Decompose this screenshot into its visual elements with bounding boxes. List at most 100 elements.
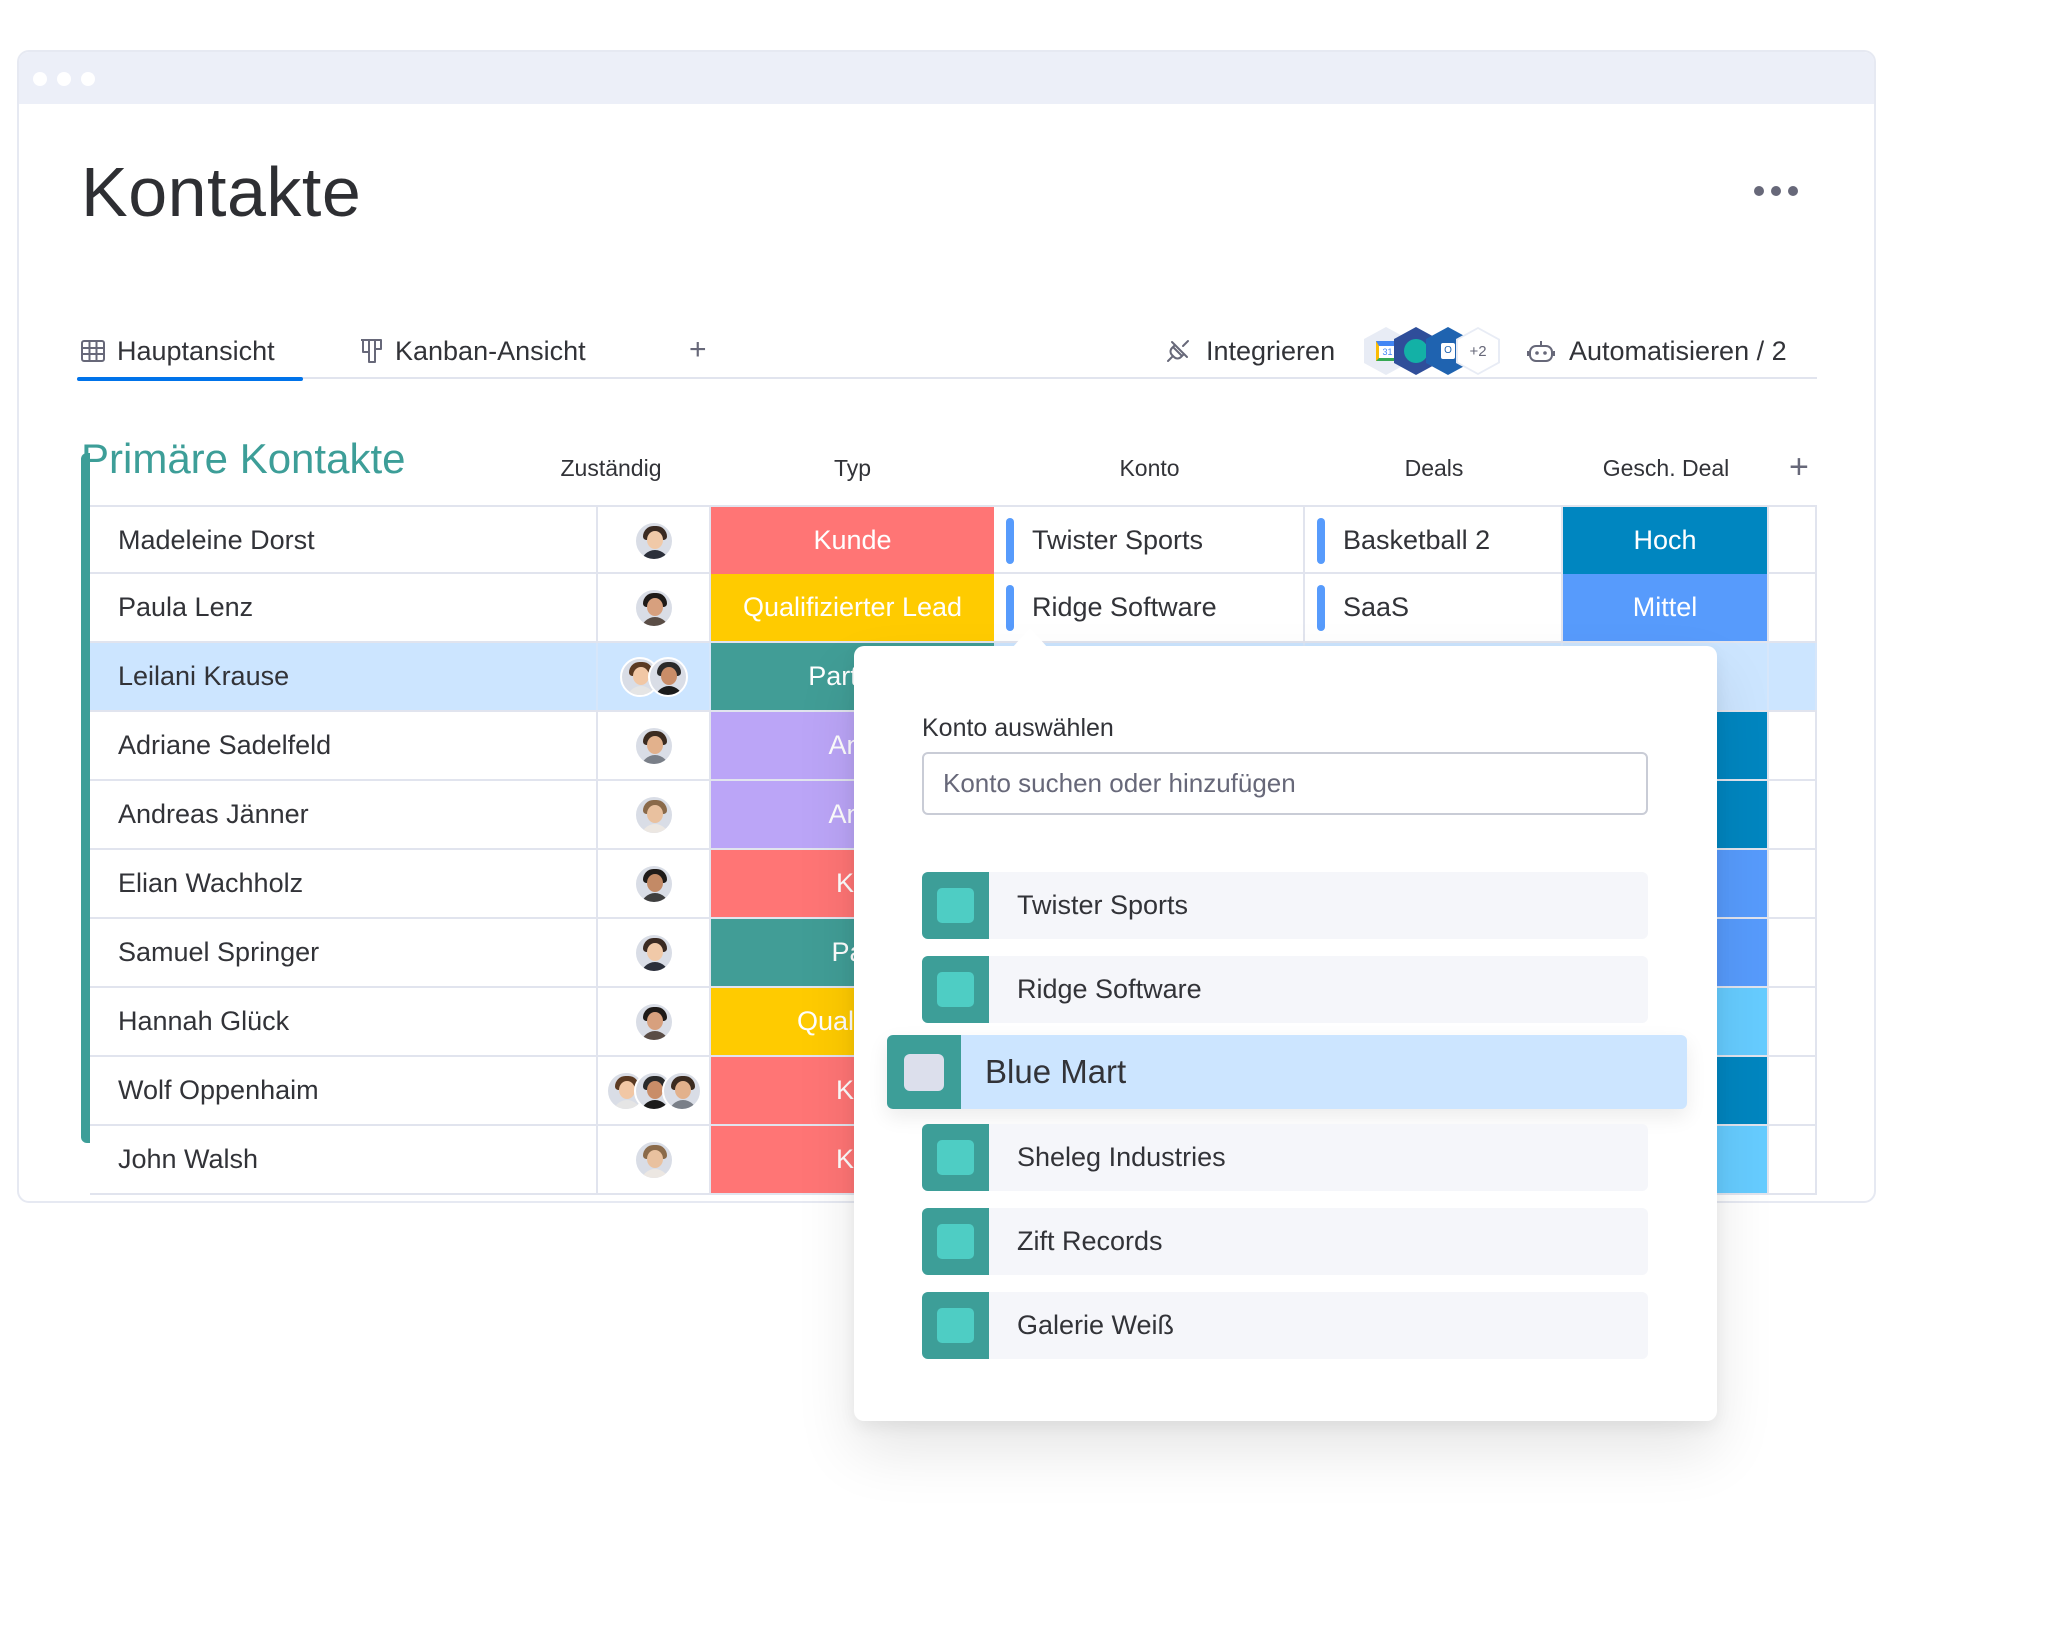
- avatar[interactable]: [633, 794, 674, 835]
- owner-cell[interactable]: [598, 850, 711, 917]
- column-header-konto[interactable]: Konto: [994, 455, 1305, 482]
- more-options-button[interactable]: [1754, 179, 1804, 203]
- avatar-group: [633, 1001, 674, 1042]
- deals-cell[interactable]: Basketball 2: [1305, 507, 1563, 574]
- type-status-cell[interactable]: Kunde: [711, 507, 994, 574]
- add-column-button[interactable]: +: [1789, 448, 1809, 487]
- integration-icons[interactable]: 31 O +2: [1364, 327, 1504, 375]
- checkbox-icon[interactable]: [937, 972, 974, 1007]
- contact-name-cell[interactable]: Adriane Sadelfeld: [90, 712, 598, 779]
- owner-cell[interactable]: [598, 919, 711, 986]
- empty-cell: [1769, 1057, 1817, 1124]
- table-icon: [81, 340, 105, 362]
- contact-name: Madeleine Dorst: [118, 525, 315, 555]
- integrate-label: Integrieren: [1206, 335, 1336, 366]
- column-header-gesch-deal[interactable]: Gesch. Deal: [1563, 455, 1769, 482]
- contact-name-cell[interactable]: Hannah Glück: [90, 988, 598, 1055]
- checkbox-icon[interactable]: [937, 888, 974, 923]
- table-row[interactable]: Paula Lenz Qualifizierter Lead Ridge Sof…: [90, 574, 1817, 643]
- type-label: Qualifizierter Lead: [742, 592, 963, 622]
- contact-name: Hannah Glück: [118, 1006, 290, 1036]
- more-integrations: +2: [1456, 327, 1500, 375]
- column-header-zustaendig[interactable]: Zuständig: [556, 455, 666, 482]
- account-option-label: Twister Sports: [1017, 890, 1189, 920]
- contact-name-cell[interactable]: Andreas Jänner: [90, 781, 598, 848]
- avatar[interactable]: [633, 1139, 674, 1180]
- type-status-cell[interactable]: Qualifizierter Lead: [711, 574, 994, 641]
- account-cell[interactable]: Twister Sports: [994, 507, 1305, 574]
- tab-hauptansicht[interactable]: Hauptansicht: [77, 325, 303, 381]
- empty-cell: [1769, 507, 1817, 574]
- avatar-group: [619, 656, 688, 697]
- integrate-button[interactable]: Integrieren: [1164, 325, 1335, 377]
- column-header-deals[interactable]: Deals: [1305, 455, 1563, 482]
- column-header-typ[interactable]: Typ: [711, 455, 994, 482]
- deal-value-cell[interactable]: Mittel: [1563, 574, 1769, 641]
- contact-name-cell[interactable]: Elian Wachholz: [90, 850, 598, 917]
- account-option[interactable]: Ridge Software: [922, 956, 1648, 1023]
- avatar[interactable]: [633, 725, 674, 766]
- window-dot: [33, 72, 47, 86]
- page-title: Kontakte: [81, 153, 362, 231]
- owner-cell[interactable]: [598, 988, 711, 1055]
- more-dot: [1771, 186, 1781, 196]
- contact-name-cell[interactable]: Madeleine Dorst: [90, 507, 598, 574]
- owner-cell[interactable]: [598, 1057, 711, 1124]
- account-option-dragging[interactable]: Blue Mart: [887, 1035, 1687, 1109]
- deals-cell[interactable]: SaaS: [1305, 574, 1563, 641]
- contact-name-cell[interactable]: John Walsh: [90, 1126, 598, 1193]
- more-dot: [1788, 186, 1798, 196]
- deal-value-label: Mittel: [1632, 592, 1698, 622]
- avatar[interactable]: [633, 1001, 674, 1042]
- account-cell[interactable]: Ridge Software: [994, 574, 1305, 641]
- contact-name-cell[interactable]: Leilani Krause: [90, 643, 598, 710]
- avatar[interactable]: [661, 1070, 702, 1111]
- contact-name-cell[interactable]: Paula Lenz: [90, 574, 598, 641]
- owner-cell[interactable]: [598, 712, 711, 779]
- avatar-group: [605, 1070, 702, 1111]
- checkbox-icon[interactable]: [937, 1308, 974, 1343]
- avatar[interactable]: [633, 932, 674, 973]
- group-color-bar: [81, 453, 90, 1143]
- account-option-label: Sheleg Industries: [1017, 1142, 1226, 1172]
- account-option[interactable]: Sheleg Industries: [922, 1124, 1648, 1191]
- checkbox-icon[interactable]: [937, 1224, 974, 1259]
- link-indicator: [1006, 585, 1014, 631]
- checkbox-icon[interactable]: [937, 1140, 974, 1175]
- checkbox-icon[interactable]: [904, 1053, 944, 1091]
- avatar[interactable]: [647, 656, 688, 697]
- owner-cell[interactable]: [598, 643, 711, 710]
- add-view-button[interactable]: +: [689, 333, 707, 367]
- plug-icon: [1167, 340, 1189, 362]
- tab-label: Kanban-Ansicht: [395, 335, 586, 366]
- deal-value-cell[interactable]: Hoch: [1563, 507, 1769, 574]
- account-option[interactable]: Twister Sports: [922, 872, 1648, 939]
- avatar-group: [633, 932, 674, 973]
- type-label: Kunde: [813, 525, 892, 555]
- owner-cell[interactable]: [598, 574, 711, 641]
- contact-name-cell[interactable]: Samuel Springer: [90, 919, 598, 986]
- avatar[interactable]: [633, 863, 674, 904]
- group-title[interactable]: Primäre Kontakte: [81, 435, 405, 483]
- account-option[interactable]: Galerie Weiß: [922, 1292, 1648, 1359]
- avatar-group: [633, 587, 674, 628]
- more-horizontal-icon: [1754, 186, 1764, 196]
- empty-cell: [1769, 643, 1817, 710]
- owner-cell[interactable]: [598, 781, 711, 848]
- owner-cell[interactable]: [598, 1126, 711, 1193]
- contact-name: Elian Wachholz: [118, 868, 304, 898]
- account-color-swatch: [922, 872, 989, 939]
- table-row[interactable]: Madeleine Dorst Kunde Twister Sports Bas…: [90, 505, 1817, 574]
- view-tabs: Hauptansicht Kanban-Ansicht + Integriere…: [77, 317, 1817, 381]
- contact-name: Adriane Sadelfeld: [118, 730, 332, 760]
- tab-kanban-ansicht[interactable]: Kanban-Ansicht: [359, 325, 586, 377]
- account-search-input[interactable]: [922, 752, 1648, 815]
- contact-name: John Walsh: [118, 1144, 259, 1174]
- avatar[interactable]: [633, 520, 674, 561]
- automate-button[interactable]: Automatisieren / 2: [1527, 325, 1787, 377]
- account-link: Twister Sports: [1032, 525, 1204, 555]
- avatar[interactable]: [633, 587, 674, 628]
- account-option[interactable]: Zift Records: [922, 1208, 1648, 1275]
- contact-name-cell[interactable]: Wolf Oppenhaim: [90, 1057, 598, 1124]
- owner-cell[interactable]: [598, 507, 711, 574]
